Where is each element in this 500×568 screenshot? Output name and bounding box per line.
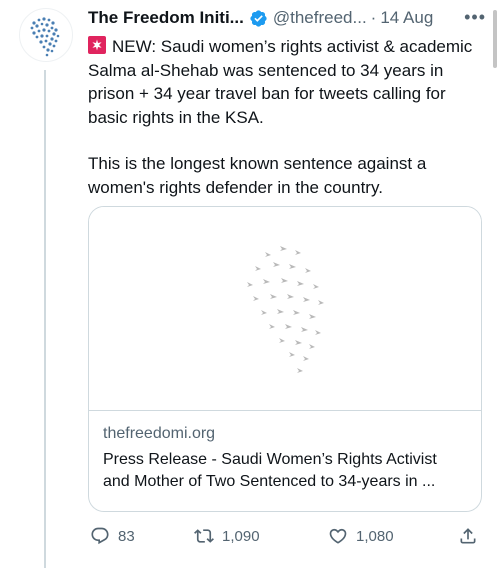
link-preview-card[interactable]: thefreedomi.org Press Release - Saudi Wo… xyxy=(88,206,482,512)
retweet-button[interactable]: 1,090 xyxy=(194,526,260,546)
thread-line xyxy=(44,70,46,568)
more-icon[interactable]: ••• xyxy=(464,7,486,28)
tweet-header: The Freedom Initi... @thefreed... · 14 A… xyxy=(88,7,486,29)
card-image xyxy=(89,207,481,411)
scrollbar[interactable] xyxy=(493,10,497,68)
avatar[interactable] xyxy=(19,8,73,62)
like-count: 1,080 xyxy=(356,527,394,545)
reply-count: 83 xyxy=(118,527,135,545)
heart-icon xyxy=(329,528,347,544)
tweet-text: NEW: Saudi women’s rights activist & aca… xyxy=(88,35,486,199)
reply-icon xyxy=(91,527,109,545)
card-title: Press Release - Saudi Women’s Rights Act… xyxy=(103,451,437,490)
tweet-paragraph-1: NEW: Saudi women’s rights activist & aca… xyxy=(88,35,486,129)
freedom-initiative-logo-icon xyxy=(30,17,60,57)
retweet-count: 1,090 xyxy=(222,527,260,545)
reply-button[interactable]: 83 xyxy=(90,526,135,546)
card-domain: thefreedomi.org xyxy=(103,425,216,442)
tweet-paragraph-2: This is the longest known sentence again… xyxy=(88,154,427,197)
author-name[interactable]: The Freedom Initi... xyxy=(88,8,244,28)
card-body: thefreedomi.org Press Release - Saudi Wo… xyxy=(89,411,481,505)
verified-badge-icon xyxy=(249,9,268,28)
share-button[interactable] xyxy=(458,526,478,546)
tweet-actions: 83 1,090 1,080 xyxy=(88,522,486,552)
retweet-icon xyxy=(194,529,214,543)
author-handle[interactable]: @thefreed... xyxy=(273,8,367,28)
siren-emoji-icon xyxy=(88,36,106,54)
timestamp[interactable]: 14 Aug xyxy=(380,8,433,28)
separator-dot: · xyxy=(370,8,377,27)
share-icon xyxy=(460,528,476,544)
tweet-paragraph-1-text: NEW: Saudi women’s rights activist & aca… xyxy=(88,37,473,127)
birds-head-illustration-icon xyxy=(247,245,324,373)
like-button[interactable]: 1,080 xyxy=(328,526,394,546)
